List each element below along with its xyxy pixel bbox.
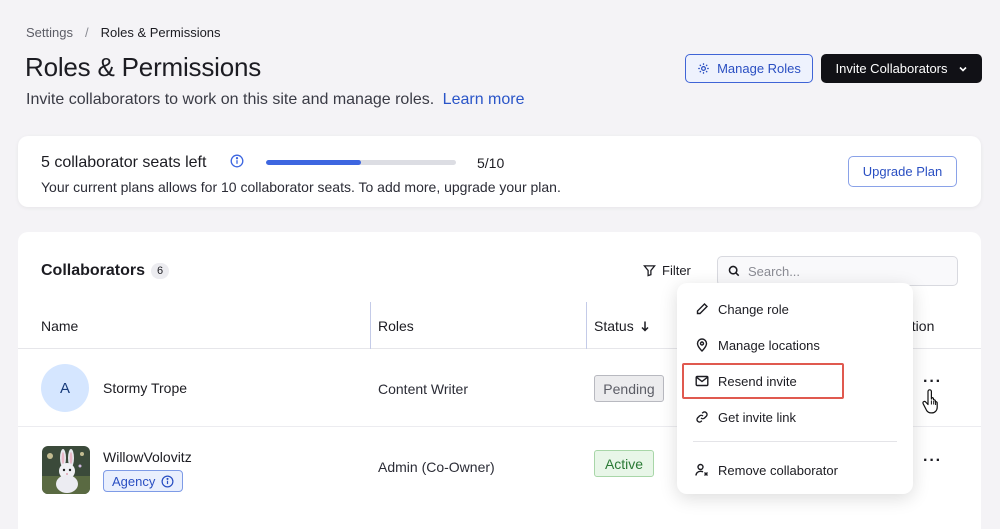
page-title: Roles & Permissions <box>25 52 262 82</box>
column-resize-handle[interactable] <box>370 302 371 349</box>
breadcrumb: Settings / Roles & Permissions <box>26 25 221 40</box>
column-roles[interactable]: Roles <box>378 318 414 334</box>
filter-button[interactable]: Filter <box>643 263 691 278</box>
location-pin-icon <box>696 338 708 352</box>
menu-item-remove-collaborator[interactable]: Remove collaborator <box>695 460 838 480</box>
menu-item-get-invite-link[interactable]: Get invite link <box>695 407 796 427</box>
row-actions-menu: Change role Manage locations Resend invi… <box>677 283 913 494</box>
menu-divider <box>693 441 897 442</box>
search-icon <box>728 265 740 277</box>
collaborator-role: Admin (Co-Owner) <box>378 459 495 475</box>
menu-item-label: Manage locations <box>718 337 820 353</box>
sort-down-arrow-icon <box>641 321 649 332</box>
filter-label: Filter <box>662 263 691 278</box>
chevron-down-icon <box>958 66 967 72</box>
manage-roles-label: Manage Roles <box>717 61 801 76</box>
manage-roles-button[interactable]: Manage Roles <box>685 54 813 83</box>
seats-progress-label: 5/10 <box>477 155 505 171</box>
remove-user-icon <box>695 463 708 476</box>
seats-progress-fill <box>266 160 361 165</box>
avatar: A <box>41 364 89 412</box>
link-icon <box>696 411 708 423</box>
collaborators-count-badge: 6 <box>151 263 170 279</box>
menu-item-change-role[interactable]: Change role <box>695 299 789 319</box>
agency-badge-label: Agency <box>112 473 156 489</box>
column-resize-handle[interactable] <box>586 302 587 349</box>
menu-item-label: Change role <box>718 301 789 317</box>
invite-collaborators-button[interactable]: Invite Collaborators <box>821 54 982 83</box>
invite-collaborators-label: Invite Collaborators <box>835 61 948 76</box>
collaborator-name: Stormy Trope <box>103 380 188 396</box>
collaborators-heading: Collaborators 6 <box>41 262 170 280</box>
breadcrumb-settings[interactable]: Settings <box>26 25 73 40</box>
seats-card: 5 collaborator seats left 5/10 Your curr… <box>18 136 981 207</box>
collaborator-role: Content Writer <box>378 381 468 397</box>
seats-progress-bar <box>266 160 456 165</box>
search-box[interactable] <box>717 256 958 286</box>
page-subtitle: Invite collaborators to work on this sit… <box>26 91 525 109</box>
status-badge-active: Active <box>594 450 654 477</box>
upgrade-plan-button[interactable]: Upgrade Plan <box>848 156 957 187</box>
breadcrumb-separator: / <box>84 25 89 40</box>
subtitle-text: Invite collaborators to work on this sit… <box>26 91 435 108</box>
filter-icon <box>643 265 656 277</box>
more-actions-button[interactable]: ··· <box>923 452 942 470</box>
menu-item-resend-invite[interactable]: Resend invite <box>695 371 797 391</box>
hand-cursor-icon <box>922 389 938 414</box>
avatar <box>42 446 90 494</box>
column-name[interactable]: Name <box>41 318 78 334</box>
info-icon[interactable] <box>161 475 174 488</box>
collaborator-name: WillowVolovitz <box>103 449 192 465</box>
menu-item-label: Resend invite <box>718 373 797 389</box>
learn-more-link[interactable]: Learn more <box>443 91 525 108</box>
status-badge-pending: Pending <box>594 375 664 402</box>
envelope-icon <box>695 375 709 387</box>
breadcrumb-current: Roles & Permissions <box>100 25 221 40</box>
info-icon[interactable] <box>230 154 244 168</box>
seats-description: Your current plans allows for 10 collabo… <box>41 179 561 195</box>
agency-badge: Agency <box>103 470 184 492</box>
search-input[interactable] <box>748 263 938 279</box>
column-status-label: Status <box>594 318 634 334</box>
menu-item-manage-locations[interactable]: Manage locations <box>695 335 820 355</box>
collaborators-title: Collaborators <box>41 262 146 279</box>
column-status[interactable]: Status <box>594 318 650 334</box>
bunny-avatar-image <box>42 446 90 494</box>
menu-item-label: Get invite link <box>718 409 797 425</box>
gear-icon <box>698 63 709 74</box>
menu-item-label: Remove collaborator <box>718 462 838 478</box>
pencil-icon <box>696 303 708 315</box>
seats-title: 5 collaborator seats left <box>41 154 207 171</box>
